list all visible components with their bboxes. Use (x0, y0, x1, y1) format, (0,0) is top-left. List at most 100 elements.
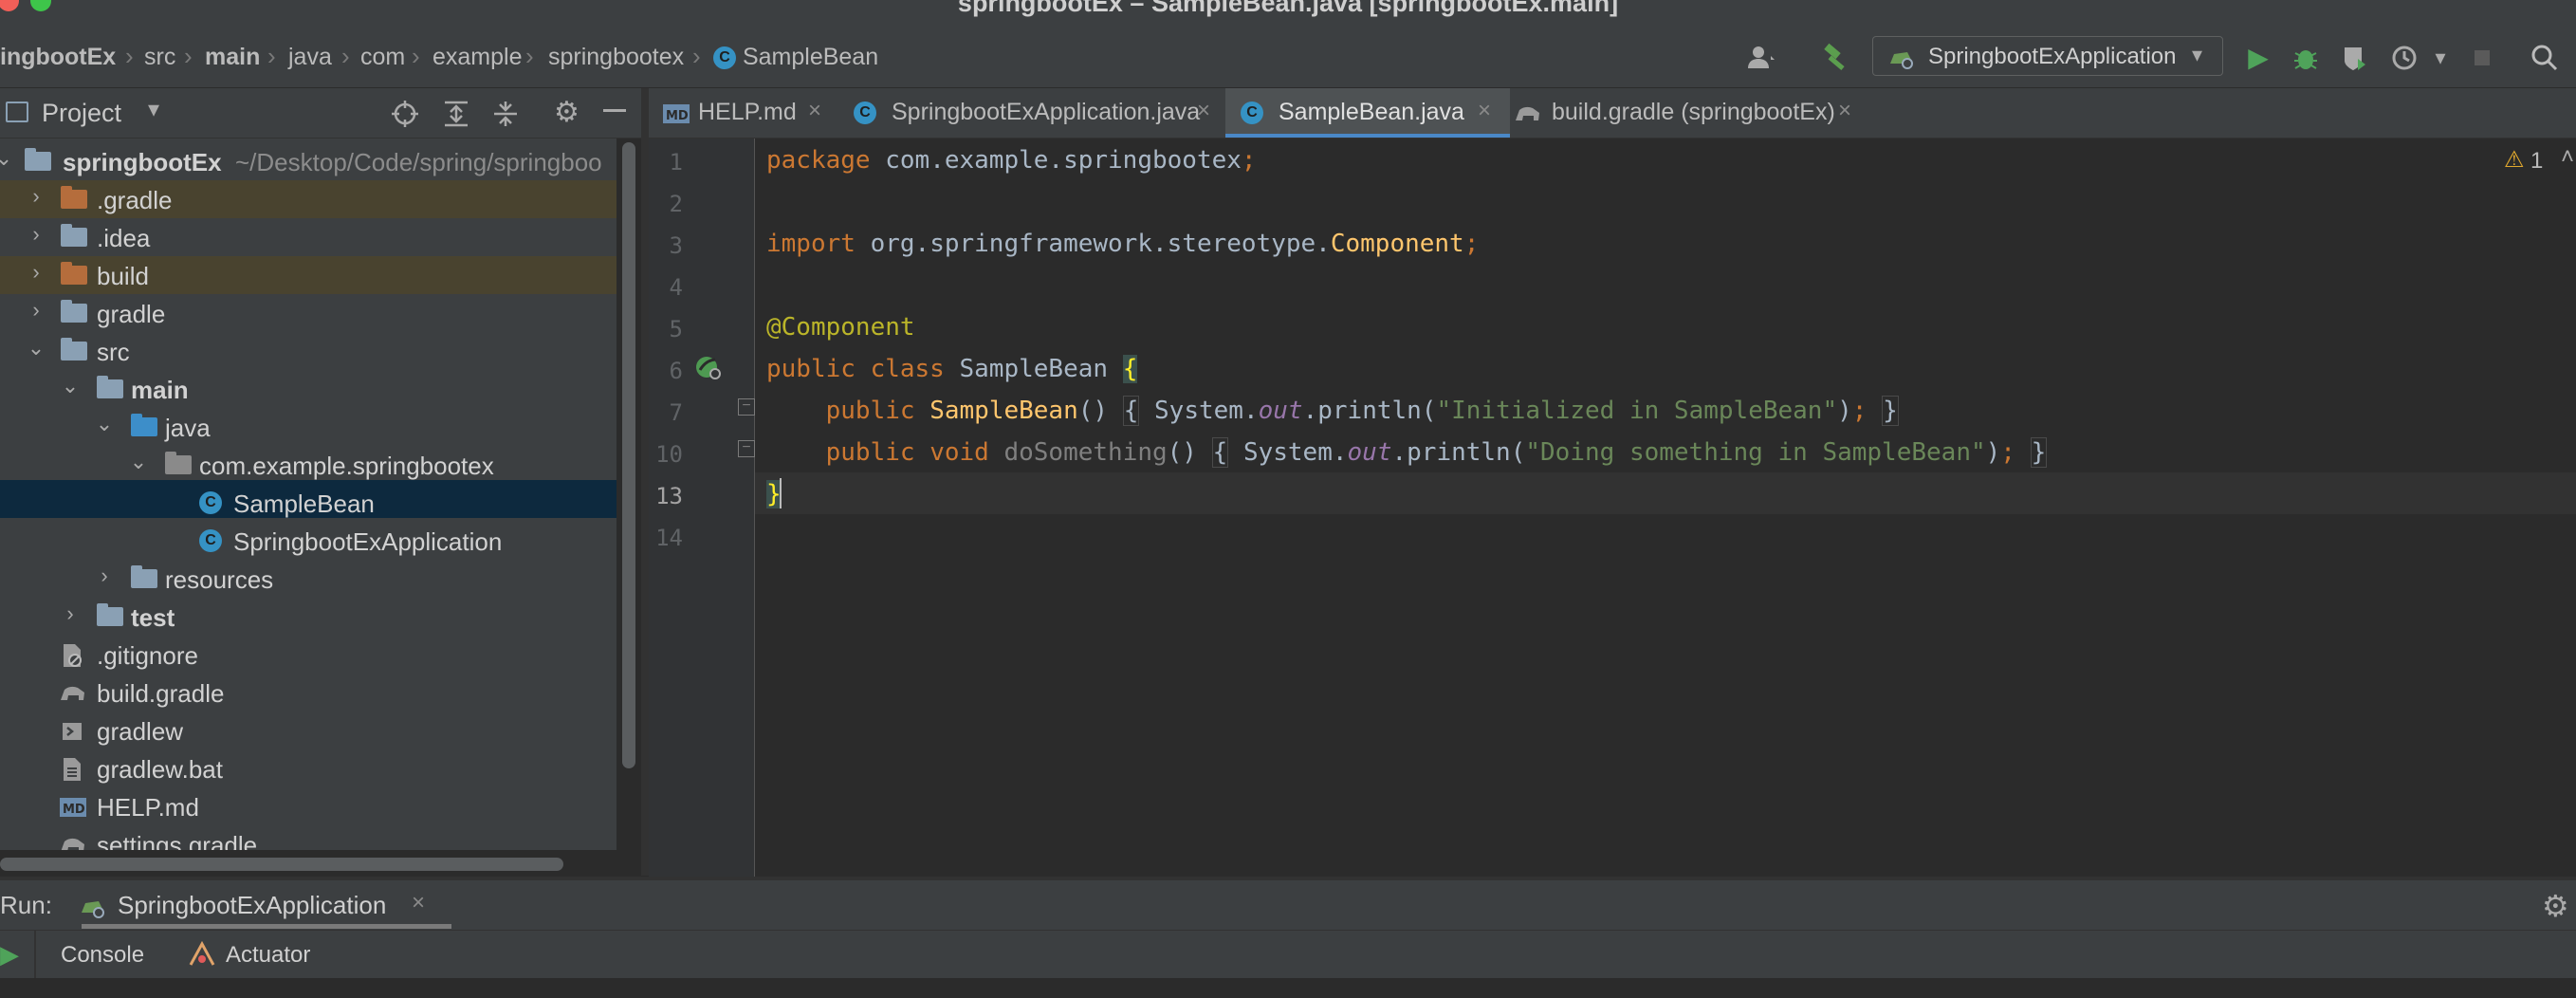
tree-item-gitignore[interactable]: .gitignore (0, 636, 616, 674)
code-token: () (1077, 397, 1109, 425)
spring-boot-icon (1888, 45, 1915, 76)
chevron-right-icon[interactable]: › (93, 564, 116, 592)
console-output[interactable] (0, 979, 2576, 998)
breadcrumb-com[interactable]: com (360, 44, 405, 71)
run-configuration-select[interactable]: SpringbootExApplication ▾ (1872, 36, 2223, 76)
fold-icon[interactable]: − (738, 440, 755, 457)
locate-icon[interactable] (391, 100, 419, 135)
excluded-folder-icon (61, 262, 87, 285)
build-hammer-icon[interactable] (1819, 42, 1851, 74)
close-tab-icon[interactable]: × (1478, 98, 1491, 124)
line-number: 4 (669, 274, 683, 301)
folded-brace-token[interactable]: { (1211, 437, 1229, 468)
folded-brace-token[interactable]: { (1122, 396, 1140, 426)
tab-console[interactable]: Console (61, 942, 144, 969)
line-number: 1 (669, 149, 683, 176)
project-tree-horizontal-scrollbar[interactable] (0, 858, 563, 871)
tree-item-main[interactable]: ⌄ main (0, 370, 616, 408)
tree-item-application[interactable]: C SpringbootExApplication (0, 522, 616, 560)
actuator-icon (188, 940, 216, 975)
tree-item-gradlew[interactable]: gradlew (0, 712, 616, 749)
tree-item-src[interactable]: ⌄ src (0, 332, 616, 370)
title-bar: springbootEx – SampleBean.java [springbo… (0, 0, 2576, 23)
chevron-down-icon[interactable]: ▾ (2424, 42, 2456, 74)
chevron-right-icon[interactable]: › (25, 222, 47, 250)
keyword-token: public void (825, 438, 989, 467)
user-icon[interactable] (1745, 42, 1777, 74)
tree-item-idea[interactable]: › .idea (0, 218, 616, 256)
semicolon-token: ; (1241, 146, 1257, 175)
close-tab-icon[interactable]: × (1197, 98, 1210, 124)
profile-icon[interactable] (2390, 42, 2422, 74)
tree-item-java[interactable]: ⌄ java (0, 408, 616, 446)
breadcrumb-main[interactable]: main (205, 44, 260, 71)
breadcrumb-springbootex[interactable]: springbootex (548, 44, 684, 71)
chevron-down-icon[interactable]: ▾ (148, 96, 159, 123)
code-token: System. (1154, 397, 1259, 425)
chevron-down-icon[interactable]: ⌄ (0, 146, 15, 175)
code-token: .println( (1302, 397, 1437, 425)
close-tab-icon[interactable]: × (808, 98, 821, 124)
chevron-right-icon[interactable]: › (25, 184, 47, 213)
chevron-up-icon[interactable]: ˄ (2561, 144, 2574, 171)
search-icon[interactable] (2529, 42, 2561, 74)
sources-folder-icon (131, 414, 157, 436)
close-tab-icon[interactable]: × (1838, 98, 1851, 124)
tree-item-package[interactable]: ⌄ com.example.springbootex (0, 446, 616, 484)
tab-actuator[interactable]: Actuator (226, 942, 310, 969)
chevron-down-icon: ▾ (2192, 43, 2203, 66)
coverage-icon[interactable] (2339, 42, 2371, 74)
panel-splitter[interactable] (641, 88, 649, 876)
gear-icon[interactable]: ⚙ (554, 96, 580, 129)
spring-bean-gutter-icon[interactable] (692, 351, 725, 390)
run-configuration-label: SpringbootExApplication (1928, 44, 2177, 69)
breadcrumb-project[interactable]: ingbootEx (0, 44, 116, 71)
chevron-down-icon[interactable]: ⌄ (127, 450, 150, 478)
fold-icon[interactable]: − (738, 398, 755, 416)
tree-item-test[interactable]: › test (0, 598, 616, 636)
stop-icon[interactable] (2466, 42, 2498, 74)
folded-brace-token[interactable]: } (1882, 396, 1899, 426)
tree-item-gradle[interactable]: › gradle (0, 294, 616, 332)
code-token: org.springframework.stereotype. (855, 230, 1331, 258)
chevron-right-icon[interactable]: › (59, 601, 82, 630)
tree-item-label: .gradle (97, 186, 173, 214)
project-tree-vertical-scrollbar[interactable] (622, 142, 635, 768)
breadcrumb-example[interactable]: example (432, 44, 523, 71)
chevron-right-icon[interactable]: › (25, 260, 47, 288)
chevron-down-icon[interactable]: ⌄ (25, 336, 47, 364)
tree-item-gradle-cache[interactable]: › .gradle (0, 180, 616, 218)
tree-item-settings-gradle[interactable]: settings.gradle (0, 825, 616, 850)
tab-application-java[interactable]: C SpringbootExApplication.java × (846, 88, 1225, 138)
project-panel-title[interactable]: Project (42, 99, 121, 128)
rerun-icon[interactable]: ▶ (0, 940, 19, 970)
breadcrumb-src[interactable]: src (144, 44, 175, 71)
tree-item-build[interactable]: › build (0, 256, 616, 294)
chevron-down-icon[interactable]: ⌄ (93, 412, 116, 440)
tree-item-build-gradle[interactable]: build.gradle (0, 674, 616, 712)
tab-build-gradle[interactable]: build.gradle (springbootEx) × (1510, 88, 1870, 138)
close-tab-icon[interactable]: × (412, 890, 425, 916)
chevron-down-icon[interactable]: ⌄ (59, 374, 82, 402)
breadcrumb-java[interactable]: java (288, 44, 332, 71)
warnings-count[interactable]: 1 (2530, 148, 2543, 175)
warning-icon[interactable]: ⚠ (2504, 146, 2525, 174)
folded-brace-token[interactable]: } (2030, 437, 2048, 468)
debug-icon[interactable] (2290, 42, 2322, 74)
run-icon[interactable]: ▶ (2242, 42, 2274, 74)
expand-all-icon[interactable] (442, 100, 470, 135)
minimize-icon[interactable] (603, 109, 626, 112)
tree-item-label: java (165, 414, 211, 442)
run-config-tab[interactable]: SpringbootExApplication × (76, 880, 451, 930)
tree-item-gradlew-bat[interactable]: gradlew.bat (0, 749, 616, 787)
tree-item-root[interactable]: ⌄ springbootEx ~/Desktop/Code/spring/spr… (0, 142, 616, 180)
breadcrumb-class[interactable]: C SampleBean (713, 44, 878, 71)
tree-item-samplebean[interactable]: C SampleBean (0, 484, 616, 522)
tab-help-md[interactable]: MD HELP.md × (656, 88, 846, 138)
tree-item-help-md[interactable]: MD HELP.md (0, 787, 616, 825)
gear-icon[interactable]: ⚙ (2542, 888, 2569, 924)
tab-samplebean-java[interactable]: C SampleBean.java × (1225, 88, 1510, 138)
chevron-right-icon[interactable]: › (25, 298, 47, 326)
collapse-all-icon[interactable] (491, 100, 520, 135)
tree-item-resources[interactable]: › resources (0, 560, 616, 598)
